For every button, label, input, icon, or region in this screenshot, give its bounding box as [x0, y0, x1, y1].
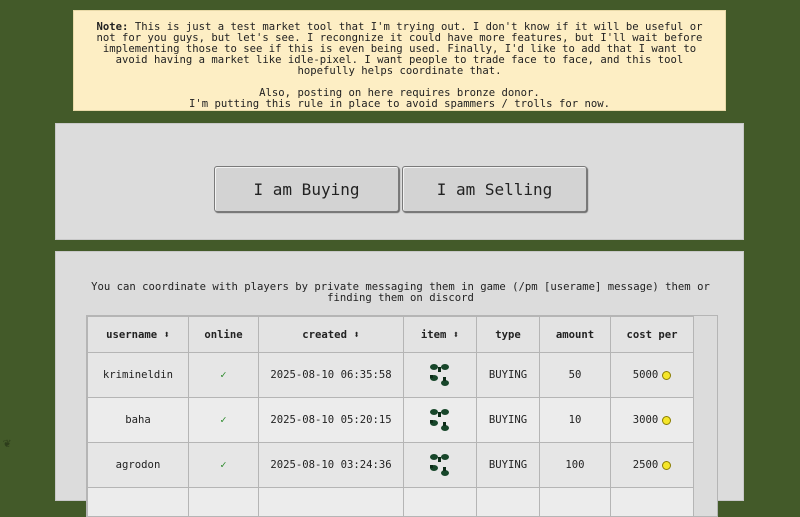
cell-cost: 2500 [611, 443, 694, 488]
market-table: username ⬍ online created ⬍ item ⬍ type … [87, 316, 694, 517]
column-header-username[interactable]: username ⬍ [88, 317, 189, 353]
table-row[interactable]: agrodon ✓ 2025-08-10 03:24:36 [88, 443, 694, 488]
market-table-container[interactable]: username ⬍ online created ⬍ item ⬍ type … [86, 315, 718, 517]
buying-button[interactable]: I am Buying [214, 166, 399, 212]
coin-icon [662, 371, 671, 380]
cell-type: BUYING [477, 398, 540, 443]
column-header-online: online [189, 317, 259, 353]
market-description: You can coordinate with players by priva… [86, 282, 715, 304]
online-check-icon: ✓ [189, 353, 259, 398]
cell-username: baha [88, 398, 189, 443]
market-panel: You can coordinate with players by priva… [55, 251, 744, 501]
leaf-icon: ❦ [3, 436, 11, 451]
cell-cost: 3000 [611, 398, 694, 443]
cell-type: BUYING [477, 353, 540, 398]
cell-item [404, 443, 477, 488]
clover-icon [428, 453, 452, 477]
cell-type: BUYING [477, 443, 540, 488]
cell-username: krimineldin [88, 353, 189, 398]
table-row[interactable] [88, 488, 694, 517]
cell-cost: 5000 [611, 353, 694, 398]
note-body: This is just a test market tool that I'm… [97, 21, 703, 77]
column-header-amount: amount [540, 317, 611, 353]
column-header-type: type [477, 317, 540, 353]
table-row[interactable]: krimineldin ✓ 2025-08-10 06:35:58 [88, 353, 694, 398]
online-check-icon: ✓ [189, 398, 259, 443]
cell-amount: 100 [540, 443, 611, 488]
column-header-created[interactable]: created ⬍ [259, 317, 404, 353]
note-text: Note: This is just a test market tool th… [86, 22, 713, 77]
cell-item [404, 353, 477, 398]
clover-icon [428, 363, 452, 387]
cell-item [404, 398, 477, 443]
coin-icon [662, 416, 671, 425]
cell-created: 2025-08-10 06:35:58 [259, 353, 404, 398]
note-box: Note: This is just a test market tool th… [73, 10, 726, 111]
selling-button[interactable]: I am Selling [402, 166, 587, 212]
coin-icon [662, 461, 671, 470]
cell-amount: 50 [540, 353, 611, 398]
cost-value: 5000 [633, 369, 659, 381]
clover-icon [428, 408, 452, 432]
column-header-cost-per: cost per [611, 317, 694, 353]
table-row[interactable]: baha ✓ 2025-08-10 05:20:15 [88, 398, 694, 443]
cost-value: 3000 [633, 414, 659, 426]
cell-username: agrodon [88, 443, 189, 488]
cell-created: 2025-08-10 05:20:15 [259, 398, 404, 443]
online-check-icon: ✓ [189, 443, 259, 488]
cost-value: 2500 [633, 459, 659, 471]
action-panel: I am Buying I am Selling [55, 123, 744, 240]
cell-created: 2025-08-10 03:24:36 [259, 443, 404, 488]
note-line-rule: I'm putting this rule in place to avoid … [86, 99, 713, 110]
cell-amount: 10 [540, 398, 611, 443]
column-header-item[interactable]: item ⬍ [404, 317, 477, 353]
table-header-row: username ⬍ online created ⬍ item ⬍ type … [88, 317, 694, 353]
